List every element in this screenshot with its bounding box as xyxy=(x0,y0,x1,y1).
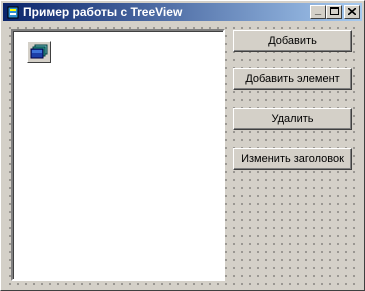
title-buttons: _ xyxy=(310,3,360,19)
rename-button[interactable]: Изменить заголовок xyxy=(233,148,352,170)
close-icon xyxy=(347,6,357,18)
maximize-icon xyxy=(329,6,339,18)
imagelist-icon[interactable] xyxy=(27,41,51,63)
add-item-button[interactable]: Добавить элемент xyxy=(233,68,352,90)
app-window: Пример работы с TreeView _ Добавить Доба… xyxy=(0,0,365,291)
treeview[interactable] xyxy=(11,29,225,281)
minimize-button[interactable]: _ xyxy=(310,3,326,19)
form-client-area: Добавить Добавить элемент Удалить Измени… xyxy=(4,22,361,287)
app-icon xyxy=(6,5,20,19)
add-button[interactable]: Добавить xyxy=(233,30,352,52)
delete-button[interactable]: Удалить xyxy=(233,108,352,130)
minimize-icon: _ xyxy=(314,3,322,16)
maximize-button[interactable] xyxy=(326,5,342,19)
title-bar[interactable]: Пример работы с TreeView _ xyxy=(3,3,362,21)
close-button[interactable] xyxy=(344,5,360,19)
window-title: Пример работы с TreeView xyxy=(23,5,183,19)
